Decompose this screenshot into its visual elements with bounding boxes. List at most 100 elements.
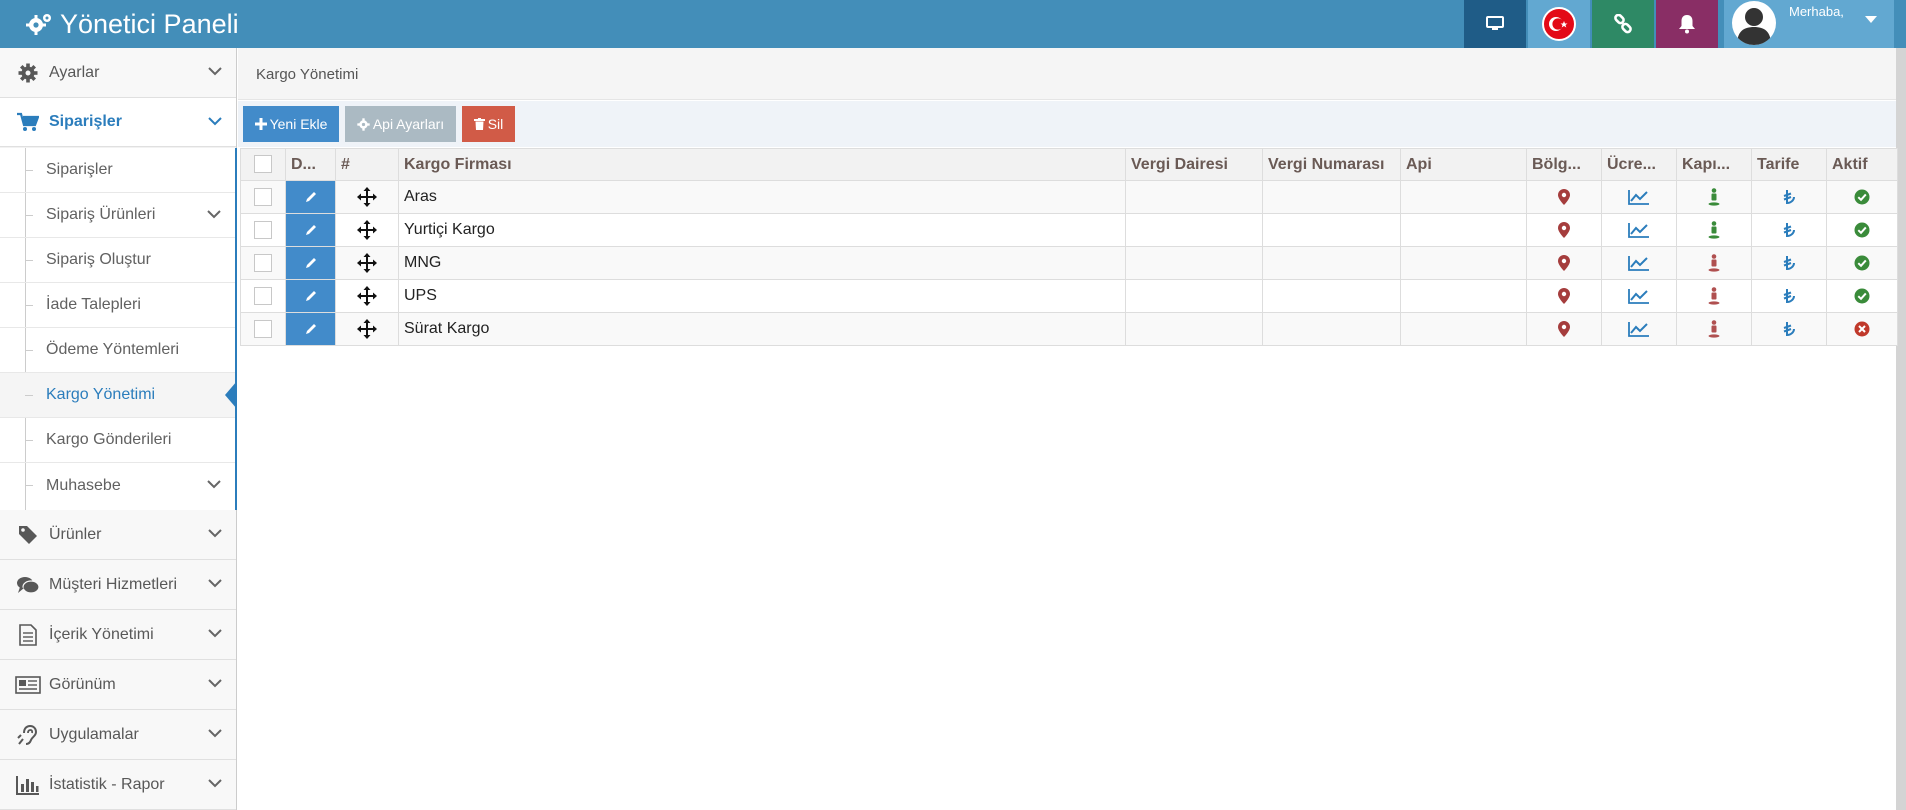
tariff-button[interactable] [1751,246,1827,280]
column-header[interactable]: Tarife [1751,148,1827,181]
door-delivery-button[interactable] [1676,213,1752,247]
sidebar-item-products[interactable]: Ürünler [0,510,236,560]
door-delivery-button[interactable] [1676,246,1752,280]
tariff-button[interactable] [1751,312,1827,346]
select-all-cell[interactable] [240,148,286,181]
submenu-item-cargo-management[interactable]: Kargo Yönetimi [0,373,237,418]
regions-button[interactable] [1526,180,1602,214]
pencil-icon [305,191,316,202]
tax-office [1125,180,1263,214]
chevron-down-icon [207,210,221,219]
door-delivery-button[interactable] [1676,312,1752,346]
inactive-status[interactable] [1826,312,1898,346]
submenu-item-accounting[interactable]: Muhasebe [0,463,235,508]
regions-button[interactable] [1526,246,1602,280]
door-delivery-button[interactable] [1676,279,1752,313]
fees-button[interactable] [1601,246,1677,280]
row-checkbox[interactable] [254,319,272,338]
active-status[interactable] [1826,180,1898,214]
active-status[interactable] [1826,246,1898,280]
sidebar-item-applications[interactable]: Uygulamalar [0,710,236,760]
active-status[interactable] [1826,279,1898,313]
sidebar-item-label: Ürünler [49,525,102,543]
notifications-button[interactable] [1656,0,1718,48]
column-header[interactable]: # [335,148,399,181]
door-delivery-button[interactable] [1676,180,1752,214]
drag-handle[interactable] [335,312,399,346]
move-icon [357,319,377,339]
fees-button[interactable] [1601,213,1677,247]
tariff-button[interactable] [1751,279,1827,313]
cargo-name: UPS [398,279,1126,313]
edit-button[interactable] [285,246,336,280]
sidebar-item-label: Görünüm [49,675,116,693]
edit-button[interactable] [285,213,336,247]
edit-button[interactable] [285,180,336,214]
fees-button[interactable] [1601,180,1677,214]
drag-handle[interactable] [335,279,399,313]
pencil-icon [305,323,316,334]
breadcrumb-current: Kargo Yönetimi [256,66,359,83]
submenu-item-shipments[interactable]: Kargo Gönderileri [0,418,235,463]
submenu-item-order-products[interactable]: Sipariş Ürünleri [0,193,235,238]
add-new-button[interactable]: Yeni Ekle [243,106,339,142]
hearing-icon [17,724,38,745]
bell-icon [1679,15,1695,34]
user-menu[interactable]: Merhaba, [1724,0,1894,48]
sidebar-item-statistics[interactable]: İstatistik - Rapor [0,760,236,810]
row-checkbox[interactable] [254,187,272,206]
column-header[interactable]: Vergi Numarası [1262,148,1401,181]
gear-icon [357,117,370,131]
scrollbar[interactable] [1896,0,1906,810]
delete-button[interactable]: Sil [462,106,515,142]
monitor-button[interactable] [1464,0,1526,48]
chevron-down-icon [208,729,222,738]
language-button[interactable] [1528,0,1590,48]
sidebar-item-settings[interactable]: Ayarlar [0,48,236,98]
regions-button[interactable] [1526,312,1602,346]
pencil-icon [305,257,316,268]
submenu-item-payment-methods[interactable]: Ödeme Yöntemleri [0,328,235,373]
column-header[interactable]: Vergi Dairesi [1125,148,1263,181]
regions-button[interactable] [1526,213,1602,247]
brand[interactable]: Yönetici Paneli [26,0,239,48]
fees-button[interactable] [1601,279,1677,313]
tariff-button[interactable] [1751,213,1827,247]
column-header[interactable]: Kapı... [1676,148,1752,181]
submenu-item-create-order[interactable]: Sipariş Oluştur [0,238,235,283]
column-header[interactable]: Bölg... [1526,148,1602,181]
sidebar-item-orders[interactable]: Siparişler [0,98,236,147]
sidebar-item-customer-service[interactable]: Müşteri Hizmetleri [0,560,236,610]
tariff-button[interactable] [1751,180,1827,214]
drag-handle[interactable] [335,180,399,214]
submenu-item-orders[interactable]: Siparişler [0,148,235,193]
submenu-item-returns[interactable]: İade Talepleri [0,283,235,328]
table-row: Aras [240,180,1898,214]
map-marker-icon [1558,320,1570,337]
row-checkbox[interactable] [254,253,272,272]
column-header[interactable]: Ücre... [1601,148,1677,181]
row-checkbox[interactable] [254,286,272,305]
edit-button[interactable] [285,312,336,346]
drag-handle[interactable] [335,246,399,280]
row-checkbox[interactable] [254,220,272,239]
trash-icon [473,118,485,130]
fees-button[interactable] [1601,312,1677,346]
regions-button[interactable] [1526,279,1602,313]
check-circle-icon [1854,255,1870,271]
select-all-checkbox[interactable] [254,155,272,174]
edit-button[interactable] [285,279,336,313]
sidebar-item-appearance[interactable]: Görünüm [0,660,236,710]
api-cell [1400,213,1527,247]
lira-icon [1783,288,1795,303]
active-status[interactable] [1826,213,1898,247]
sidebar-item-content-management[interactable]: İçerik Yönetimi [0,610,236,660]
column-header[interactable]: Kargo Firması [398,148,1126,181]
links-button[interactable] [1592,0,1654,48]
drag-handle[interactable] [335,213,399,247]
tax-office [1125,279,1263,313]
column-header[interactable]: D... [285,148,336,181]
api-settings-button[interactable]: Api Ayarları [345,106,456,142]
column-header[interactable]: Aktif [1826,148,1898,181]
column-header[interactable]: Api [1400,148,1527,181]
